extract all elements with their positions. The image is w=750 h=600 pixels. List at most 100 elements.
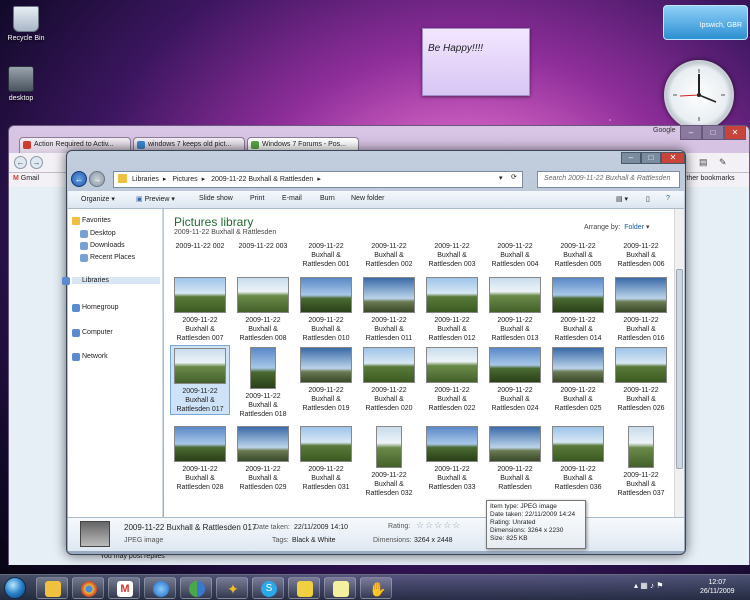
arrange-by[interactable]: Arrange by: Folder ▾: [584, 223, 650, 231]
thumbnail-item[interactable]: 2009-11-22 Buxhall & Rattlesden 006: [611, 242, 671, 269]
nav-desktop[interactable]: Desktop: [80, 230, 116, 238]
thumbnail-item[interactable]: 2009-11-22 Buxhall & Rattlesden 019: [296, 345, 356, 413]
network-icon[interactable]: ▦: [640, 581, 648, 590]
arrange-value[interactable]: Folder: [624, 224, 644, 231]
minimize-button[interactable]: –: [621, 152, 641, 164]
other-bookmarks[interactable]: Other bookmarks: [681, 175, 735, 182]
taskbar-ie[interactable]: [144, 577, 176, 599]
breadcrumb-folder[interactable]: 2009-11-22 Buxhall & Rattlesden: [211, 176, 313, 183]
thumbnail-item[interactable]: 2009-11-22 Buxhall & Rattlesden 008: [233, 275, 293, 343]
nav-downloads[interactable]: Downloads: [80, 242, 125, 250]
nav-homegroup[interactable]: Homegroup: [72, 304, 119, 312]
clock-gadget[interactable]: [664, 60, 734, 130]
browser-maximize-button[interactable]: □: [702, 126, 724, 140]
taskbar-sticky[interactable]: [324, 577, 356, 599]
nav-network[interactable]: Network: [72, 353, 108, 361]
taskbar-gadget[interactable]: ✋: [360, 577, 392, 599]
maximize-button[interactable]: □: [641, 152, 661, 164]
thumbnail-item[interactable]: 2009-11-22 Buxhall & Rattlesden 029: [233, 424, 293, 492]
forward-button[interactable]: →: [89, 171, 105, 187]
thumbnail-item[interactable]: 2009-11-22 Buxhall & Rattlesden 024: [485, 345, 545, 413]
show-hidden-icon[interactable]: ▴: [634, 581, 638, 590]
back-icon[interactable]: ←: [14, 156, 27, 169]
scrollbar-thumb[interactable]: [676, 269, 683, 469]
breadcrumb-pictures[interactable]: Pictures: [172, 176, 197, 183]
sticky-note[interactable]: Be Happy!!!!: [422, 28, 530, 96]
print-button[interactable]: Print: [250, 195, 264, 202]
explorer-window[interactable]: – □ ✕ ← → Libraries ▸ Pictures ▸ 2009-11-2…: [62, 150, 686, 555]
nav-recent-places[interactable]: Recent Places: [79, 254, 135, 262]
thumbnail-item[interactable]: 2009-11-22 Buxhall & Rattlesden 033: [422, 424, 482, 492]
taskbar-messenger[interactable]: [180, 577, 212, 599]
tags-value[interactable]: Black & White: [292, 537, 336, 544]
preview-button[interactable]: ▣ Preview ▾: [136, 195, 175, 203]
desktop-shortcut-icon[interactable]: desktop: [0, 66, 45, 102]
thumbnail-item[interactable]: 2009-11-22 Buxhall & Rattlesden 007: [170, 275, 230, 343]
burn-button[interactable]: Burn: [320, 195, 335, 202]
forward-icon[interactable]: →: [30, 156, 43, 169]
thumbnail-item[interactable]: 2009-11-22 Buxhall & Rattlesden 002: [359, 242, 419, 269]
rating-stars-icon[interactable]: ☆☆☆☆☆: [416, 520, 461, 531]
thumbnail-item[interactable]: 2009-11-22 Buxhall & Rattlesden 005: [548, 242, 608, 269]
search-input[interactable]: Search 2009-11-22 Buxhall & Rattlesden: [537, 171, 680, 188]
start-button[interactable]: [4, 577, 26, 599]
weather-gadget[interactable]: Ipswich, GBR: [663, 5, 748, 40]
taskbar-aim[interactable]: ✦: [216, 577, 248, 599]
thumbnail-item[interactable]: 2009-11-22 Buxhall & Rattlesden 032: [359, 424, 419, 498]
view-options-icon[interactable]: ▤ ▾: [616, 195, 628, 203]
taskbar-explorer[interactable]: [36, 577, 68, 599]
thumbnail-item[interactable]: 2009-11-22 003: [233, 242, 293, 251]
thumbnail-item[interactable]: 2009-11-22 Buxhall & Rattlesden 001: [296, 242, 356, 269]
taskbar-gmail[interactable]: M: [108, 577, 140, 599]
thumbnail-item[interactable]: 2009-11-22 Buxhall & Rattlesden 036: [548, 424, 608, 492]
thumbnail-item[interactable]: 2009-11-22 Buxhall & Rattlesden 026: [611, 345, 671, 413]
taskbar-chrome[interactable]: [72, 577, 104, 599]
thumbnail-item[interactable]: 2009-11-22 Buxhall & Rattlesden 016: [611, 275, 671, 343]
thumbnail-item[interactable]: 2009-11-22 Buxhall & Rattlesden 014: [548, 275, 608, 343]
thumbnail-item[interactable]: 2009-11-22 Buxhall & Rattlesden 012: [422, 275, 482, 343]
nav-computer[interactable]: Computer: [72, 329, 113, 337]
thumbnail-item[interactable]: 2009-11-22 Buxhall & Rattlesden 013: [485, 275, 545, 343]
dropdown-icon[interactable]: ▾: [499, 174, 503, 182]
nav-favorites[interactable]: Favorites: [72, 217, 111, 225]
recycle-bin-icon[interactable]: Recycle Bin: [2, 6, 50, 42]
thumbnail-item[interactable]: 2009-11-22 Buxhall & Rattlesden 031: [296, 424, 356, 492]
organize-button[interactable]: Organize ▾: [81, 195, 115, 203]
thumbnail-item[interactable]: 2009-11-22 Buxhall & Rattlesden 018: [233, 345, 293, 419]
browser-minimize-button[interactable]: –: [680, 126, 702, 140]
address-bar[interactable]: Libraries ▸ Pictures ▸ 2009-11-22 Buxhall …: [113, 171, 523, 188]
thumbnail-item[interactable]: 2009-11-22 Buxhall & Rattlesden 017: [170, 345, 230, 415]
thumbnail-item[interactable]: 2009-11-22 Buxhall & Rattlesden 028: [170, 424, 230, 492]
thumbnail-item[interactable]: 2009-11-22 Buxhall & Rattlesden 022: [422, 345, 482, 413]
taskbar-skype[interactable]: S: [252, 577, 284, 599]
thumbnail-item[interactable]: 2009-11-22 Buxhall & Rattlesden 011: [359, 275, 419, 343]
thumbnail-item[interactable]: 2009-11-22 Buxhall & Rattlesden 020: [359, 345, 419, 413]
page-menu-icon[interactable]: ▤: [699, 157, 708, 168]
help-icon[interactable]: ?: [666, 195, 670, 202]
thumbnail-item[interactable]: 2009-11-22 Buxhall & Rattlesden: [485, 424, 545, 492]
nav-libraries[interactable]: Libraries: [62, 277, 160, 285]
taskbar-clock[interactable]: 12:07 26/11/2009: [700, 578, 735, 596]
refresh-icon[interactable]: ⟳: [511, 173, 517, 181]
thumbnail-item[interactable]: 2009-11-22 Buxhall & Rattlesden 025: [548, 345, 608, 413]
volume-icon[interactable]: ♪: [650, 581, 654, 590]
photo-thumbnail: [300, 347, 352, 383]
thumbnail-item[interactable]: 2009-11-22 Buxhall & Rattlesden 010: [296, 275, 356, 343]
browser-close-button[interactable]: ✕: [724, 126, 746, 140]
preview-pane-icon[interactable]: ▯: [646, 195, 650, 203]
thumbnail-item[interactable]: 2009-11-22 Buxhall & Rattlesden 037: [611, 424, 671, 498]
thumbnail-item[interactable]: 2009-11-22 Buxhall & Rattlesden 003: [422, 242, 482, 269]
close-button[interactable]: ✕: [661, 152, 685, 164]
breadcrumb-libraries[interactable]: Libraries: [132, 176, 159, 183]
vertical-scrollbar[interactable]: [674, 209, 684, 517]
back-button[interactable]: ←: [71, 171, 87, 187]
slideshow-button[interactable]: Slide show: [199, 195, 233, 202]
thumbnail-item[interactable]: 2009-11-22 002: [170, 242, 230, 251]
email-button[interactable]: E-mail: [282, 195, 302, 202]
flag-icon[interactable]: ⚑: [656, 581, 663, 590]
taskbar-app[interactable]: [288, 577, 320, 599]
bookmark-gmail[interactable]: Gmail: [21, 175, 39, 182]
wrench-icon[interactable]: ✎: [719, 157, 727, 168]
new-folder-button[interactable]: New folder: [351, 195, 384, 202]
thumbnail-item[interactable]: 2009-11-22 Buxhall & Rattlesden 004: [485, 242, 545, 269]
